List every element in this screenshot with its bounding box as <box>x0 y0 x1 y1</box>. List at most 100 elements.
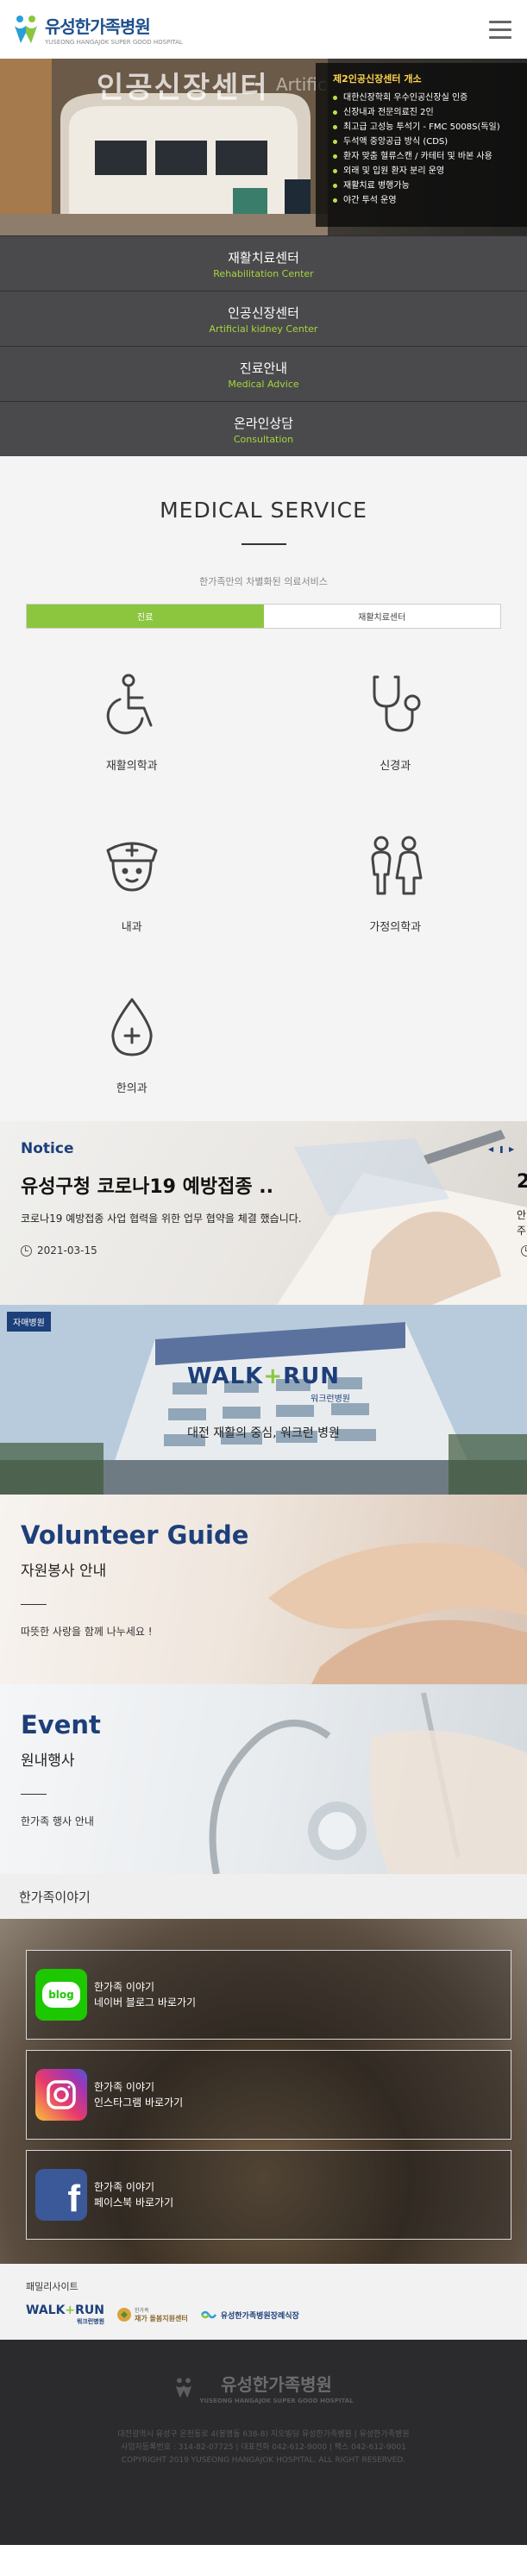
department-neurology[interactable]: 신경과 <box>264 672 527 773</box>
department-label: 한의과 <box>116 1082 147 1095</box>
story-card-line: 인스타그램 바로가기 <box>94 2097 184 2109</box>
family-sites: 패밀리사이트 WALK+RUN 워크런병원 한가족 재가 돌봄지원센터 유성한가… <box>0 2264 527 2340</box>
divider <box>21 1604 47 1605</box>
footer-info: 대전광역시 유성구 온천동로 4(봉명동 638-8) 지오빌딩 유성한가족병원… <box>0 2429 527 2467</box>
walkrun-logo-part: WALK <box>26 2303 66 2317</box>
department-label: 신경과 <box>380 760 411 773</box>
medicine-drop-icon <box>111 998 153 1056</box>
next-notice-peek-desc: 안 <box>517 1209 527 1221</box>
hero-info-box: 제2인공신장센터 개소 대한신장학회 우수인공신장실 인증 신장내과 전문의료진… <box>316 63 527 227</box>
quick-menu-label: 인공신장센터 <box>228 304 299 321</box>
hero-box-title: 제2인공신장센터 개소 <box>333 73 422 85</box>
naver-blog-link[interactable]: blog 한가족 이야기 네이버 블로그 바로가기 <box>26 1950 511 2040</box>
facebook-link[interactable]: f 한가족 이야기 페이스북 바로가기 <box>26 2150 511 2240</box>
quick-menu-label-en: Rehabilitation Center <box>213 267 314 279</box>
family-site-care-center[interactable]: 한가족 재가 돌봄지원센터 <box>116 2306 188 2323</box>
pause-icon[interactable]: ❚ <box>499 1145 506 1153</box>
site-header: 유성한가족병원 YUSEONG HANGAJOK SUPER GOOD HOSP… <box>0 0 527 59</box>
notice-slider: Notice 유성구청 코로나19 예방접종 .. 코로나19 예방접종 사업 … <box>0 1121 527 1305</box>
volunteer-subtitle: 자원봉사 안내 <box>21 1563 107 1580</box>
walkrun-logo-subtitle: 워크런병원 <box>311 1395 350 1404</box>
hospital-building-image <box>0 1305 527 1495</box>
family-site-funeral-hall[interactable]: 유성한가족병원장례식장 <box>200 2308 299 2322</box>
walkrun-logo-plus: + <box>65 2303 76 2317</box>
quick-menu-label: 진료안내 <box>239 360 288 376</box>
quick-menu-medical-advice[interactable]: 진료안내 Medical Advice <box>0 346 527 401</box>
footer-logo-subtitle: YUSEONG HANGAJOK SUPER GOOD HOSPITAL <box>199 2397 354 2404</box>
hero-feature-item: 외래 및 입원 환자 분리 운영 <box>333 164 517 179</box>
hero-title: 인공신장센터 <box>97 71 269 105</box>
department-internal-medicine[interactable]: 내과 <box>0 833 264 934</box>
logo-name: 유성한가족병원 <box>45 16 151 37</box>
quick-menu: 재활치료센터 Rehabilitation Center 인공신장센터 Arti… <box>0 235 527 456</box>
menu-hamburger-icon[interactable] <box>489 20 511 39</box>
logo-figure-icon <box>15 16 37 43</box>
quick-menu-consultation[interactable]: 온라인상담 Consultation <box>0 401 527 456</box>
quick-menu-rehabilitation[interactable]: 재활치료센터 Rehabilitation Center <box>0 235 527 291</box>
event-banner[interactable]: Event 원내행사 한가족 행사 안내 <box>0 1684 527 1874</box>
prev-arrow-icon[interactable]: ◀ <box>488 1145 496 1153</box>
department-oriental-medicine[interactable]: 한의과 <box>0 994 264 1095</box>
story-card-line: 한가족 이야기 <box>94 1981 155 1993</box>
notice-title[interactable]: 유성구청 코로나19 예방접종 .. <box>21 1171 506 1199</box>
footer-contact: 사업자등록번호 : 314-82-07725 | 대표전화 042-612-90… <box>121 2443 406 2452</box>
medical-service-tabs: 진료 재활치료센터 <box>26 604 501 629</box>
quick-menu-label-en: Medical Advice <box>228 378 299 390</box>
care-center-logo-icon <box>117 2308 132 2322</box>
hero-feature-item: 신장내과 전문의료진 2인 <box>333 105 517 120</box>
hero-feature-list: 대한신장학회 우수인공신장실 인증 신장내과 전문의료진 2인 최고급 고성능 … <box>333 91 517 208</box>
tab-treatment[interactable]: 진료 <box>27 605 264 628</box>
sister-hospital-badge: 자매병원 <box>7 1312 51 1332</box>
footer-logo-icon <box>175 2377 192 2398</box>
divider <box>21 1794 47 1795</box>
department-label: 가정의학과 <box>369 921 422 934</box>
walkrun-logo-subtitle: 워크런병원 <box>76 2318 105 2325</box>
walkrun-logo-plus: + <box>263 1363 284 1389</box>
quick-menu-label-en: Consultation <box>233 433 294 445</box>
family-sites-title: 패밀리사이트 <box>26 2281 78 2292</box>
family-site-walkrun[interactable]: WALK+RUN 워크런병원 <box>26 2303 104 2326</box>
department-grid: 재활의학과 신경과 내과 가정의학과 한의과 <box>0 672 527 1095</box>
stethoscope-icon <box>373 675 421 732</box>
medical-service-section: MEDICAL SERVICE 한가족만의 차별화된 의료서비스 진료 재활치료… <box>0 456 527 1121</box>
next-notice-peek-title: 2 <box>517 1171 527 1193</box>
site-footer: 유성한가족병원 YUSEONG HANGAJOK SUPER GOOD HOSP… <box>0 2340 527 2545</box>
nurse-icon <box>106 842 158 892</box>
hero-feature-item: 두석액 중앙공급 방식 (CDS) <box>333 135 517 149</box>
instagram-link[interactable]: 한가족 이야기 인스타그램 바로가기 <box>26 2050 511 2140</box>
hero-feature-item: 환자 맞춤 혈류스캔 / 카테터 및 바본 사용 <box>333 149 517 164</box>
walkrun-logo: WALK+RUN <box>0 1363 527 1389</box>
medical-service-subtitle: 한가족만의 차별화된 의료서비스 <box>199 576 328 587</box>
notice-slider-controls: ◀ ❚ ▶ <box>488 1145 517 1153</box>
volunteer-title: Volunteer Guide <box>21 1520 249 1550</box>
medical-service-title: MEDICAL SERVICE <box>160 498 367 523</box>
walkrun-logo-part: WALK <box>186 1363 264 1389</box>
quick-menu-label: 재활치료센터 <box>228 249 299 266</box>
clock-icon <box>21 1244 32 1257</box>
site-logo[interactable]: 유성한가족병원 YUSEONG HANGAJOK SUPER GOOD HOSP… <box>12 13 183 46</box>
department-family-medicine[interactable]: 가정의학과 <box>264 833 527 934</box>
hero-feature-item: 최고급 고성능 투석기 - FMC 5008S(독일) <box>333 120 517 135</box>
volunteer-guide-banner[interactable]: Volunteer Guide 자원봉사 안내 따뜻한 사랑을 함께 나누세요 … <box>0 1495 527 1684</box>
department-rehabilitation[interactable]: 재활의학과 <box>0 672 264 773</box>
family-icon <box>371 836 423 895</box>
logo-subtitle: YUSEONG HANGAJOK SUPER GOOD HOSPITAL <box>45 39 183 46</box>
story-card-line: 한가족 이야기 <box>94 2081 155 2093</box>
blog-icon: blog <box>35 1969 87 2021</box>
walkrun-logo-part: RUN <box>75 2303 105 2317</box>
funeral-hall-name: 유성한가족병원장례식장 <box>220 2311 299 2321</box>
story-heading: 한가족이야기 <box>0 1874 527 1919</box>
next-arrow-icon[interactable]: ▶ <box>509 1145 517 1153</box>
event-subtitle: 원내행사 <box>21 1752 75 1770</box>
tab-rehabilitation-center[interactable]: 재활치료센터 <box>263 605 500 628</box>
story-card-line: 네이버 블로그 바로가기 <box>94 1996 197 2009</box>
footer-logo: 유성한가족병원 YUSEONG HANGAJOK SUPER GOOD HOSP… <box>0 2371 527 2404</box>
wheelchair-icon <box>106 674 153 735</box>
quick-menu-kidney[interactable]: 인공신장센터 Artificial kidney Center <box>0 291 527 346</box>
sister-hospital-banner[interactable]: 자매병원 WALK+RUN 워크런병원 대전 재활의 중심, 워크런 병원 <box>0 1305 527 1495</box>
notice-date: 2021-03-15 <box>21 1244 506 1257</box>
department-label: 내과 <box>121 921 142 934</box>
facebook-icon: f <box>35 2169 87 2221</box>
blog-icon-label: blog <box>42 1982 80 2008</box>
footer-logo-name: 유성한가족병원 <box>221 2374 332 2395</box>
